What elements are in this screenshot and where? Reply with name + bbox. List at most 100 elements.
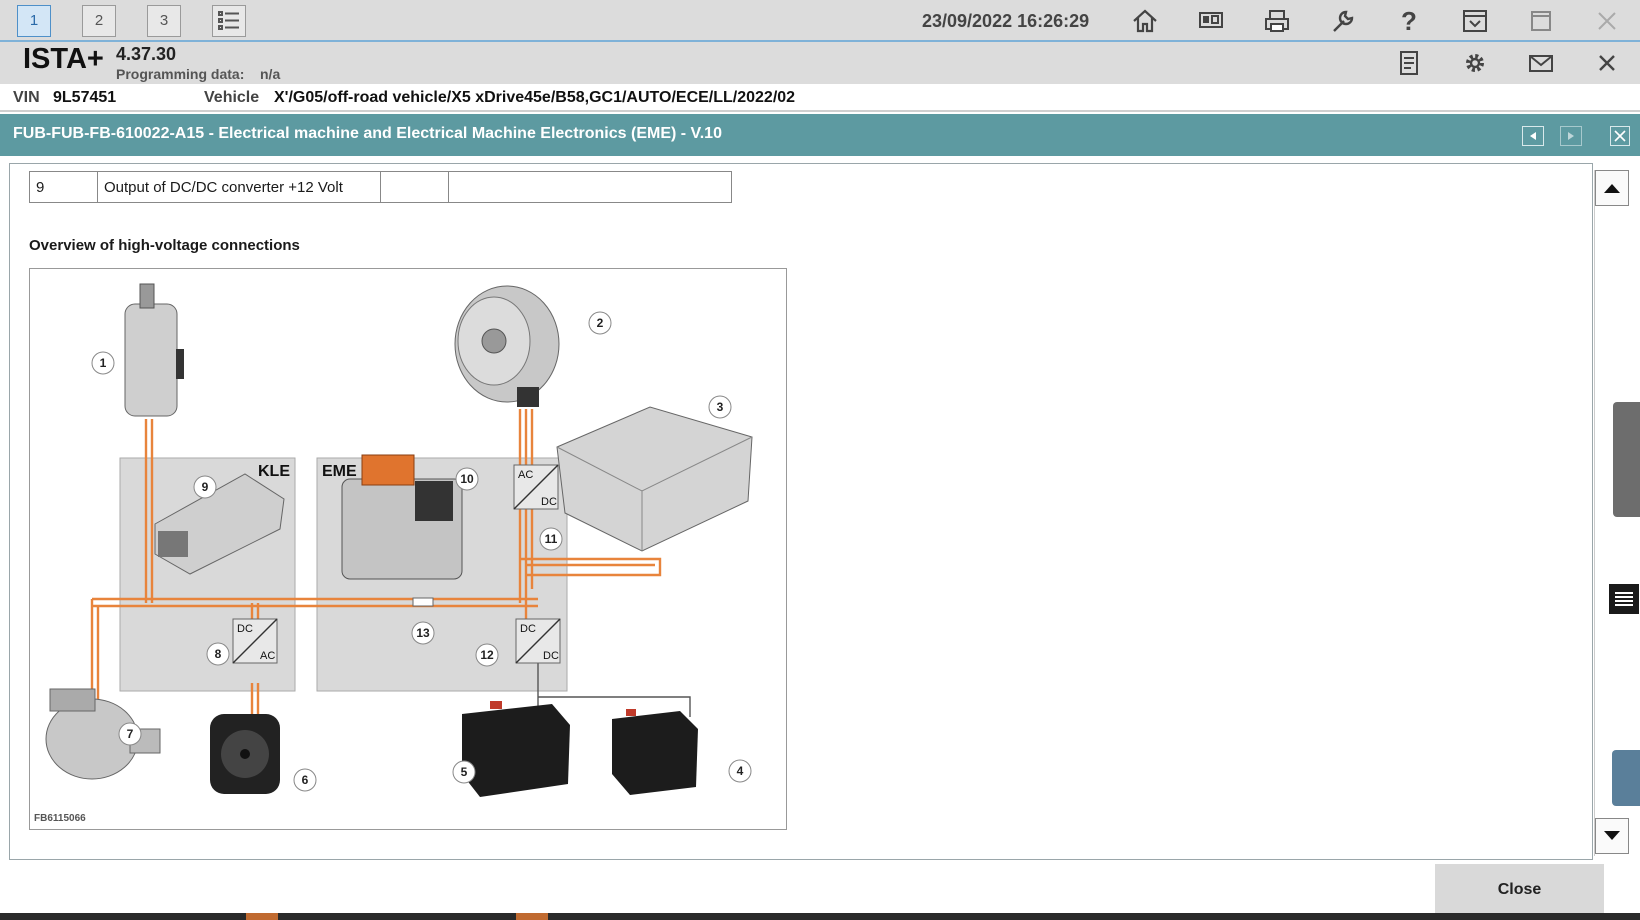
- svg-text:6: 6: [302, 773, 309, 787]
- close-button[interactable]: Close: [1435, 864, 1604, 916]
- svg-text:7: 7: [127, 727, 134, 741]
- svg-text:1: 1: [100, 356, 107, 370]
- side-panel-tab[interactable]: [1613, 402, 1640, 517]
- download-icon[interactable]: [1455, 4, 1495, 38]
- converter-dc-ac: DC AC: [232, 618, 278, 664]
- tab-1[interactable]: 1: [17, 5, 51, 37]
- tab-2[interactable]: 2: [82, 5, 116, 37]
- home-icon[interactable]: [1125, 4, 1165, 38]
- kle-label: KLE: [258, 463, 290, 480]
- svg-text:AC: AC: [260, 650, 275, 662]
- gear-icon[interactable]: [1455, 46, 1495, 80]
- svg-text:13: 13: [416, 626, 430, 640]
- scroll-down-button[interactable]: [1595, 818, 1629, 854]
- svg-text:12: 12: [480, 648, 494, 662]
- document-icon[interactable]: [1389, 46, 1429, 80]
- callout-12: 12: [475, 643, 499, 667]
- svg-text:4: 4: [737, 764, 744, 778]
- dialog-title: FUB-FUB-FB-610022-A15 - Electrical machi…: [13, 125, 722, 142]
- parts-table: 9 Output of DC/DC converter +12 Volt: [29, 171, 732, 203]
- taskbar-item[interactable]: [516, 913, 548, 920]
- callout-13: 13: [411, 621, 435, 645]
- component-12v-battery-aux: [612, 709, 698, 795]
- svg-text:11: 11: [545, 532, 558, 546]
- window-icon[interactable]: [1521, 4, 1561, 38]
- programming-data-label: Programming data:: [116, 66, 245, 82]
- component-12v-battery-main: [462, 701, 570, 797]
- svg-text:5: 5: [461, 765, 468, 779]
- scroll-up-button[interactable]: [1595, 170, 1629, 206]
- header-close-icon[interactable]: [1587, 46, 1627, 80]
- triangle-up-icon: [1604, 184, 1620, 193]
- callout-7: 7: [118, 722, 142, 746]
- print-icon[interactable]: [1257, 4, 1297, 38]
- top-toolbar: 1 2 3 23/09/2022 16:26:29 ?: [0, 0, 1640, 42]
- component-ac-compressor: [45, 688, 161, 780]
- hv-connections-diagram: KLE EME AC DC DC AC DC DC 1 2 3 4 5 6 7 …: [29, 268, 787, 830]
- table-cell-number: 9: [29, 171, 98, 203]
- svg-text:DC: DC: [541, 496, 557, 508]
- tab-3[interactable]: 3: [147, 5, 181, 37]
- triangle-left-icon: [1530, 132, 1536, 140]
- dialog-footer: [0, 864, 1640, 920]
- svg-text:DC: DC: [543, 650, 559, 662]
- converter-ac-dc: AC DC: [513, 464, 559, 510]
- document-content: 9 Output of DC/DC converter +12 Volt Ove…: [9, 163, 1593, 860]
- table-cell-empty: [380, 171, 449, 203]
- compare-icon[interactable]: [1191, 4, 1231, 38]
- callout-6: 6: [293, 768, 317, 792]
- lines-icon: [1615, 592, 1633, 606]
- version-number: 4.37.30: [116, 44, 177, 64]
- svg-text:DC: DC: [520, 623, 536, 635]
- vehicle-label: Vehicle: [204, 89, 260, 106]
- eme-label: EME: [322, 463, 357, 480]
- callout-4: 4: [728, 759, 752, 783]
- list-view-button[interactable]: [1609, 584, 1639, 614]
- wrench-icon[interactable]: [1323, 4, 1363, 38]
- fuse-component: [412, 597, 434, 607]
- app-header: ISTA+ 4.37.30 Programming data: n/a: [0, 42, 1640, 84]
- vin-label: VIN: [13, 89, 40, 106]
- next-page-button[interactable]: [1560, 126, 1582, 146]
- component-charging-socket: [210, 714, 280, 794]
- svg-text:DC: DC: [237, 623, 253, 635]
- component-heater: [124, 283, 184, 417]
- callout-1: 1: [91, 351, 115, 375]
- dialog-close-button[interactable]: [1610, 126, 1630, 146]
- callout-5: 5: [452, 760, 476, 784]
- svg-text:2: 2: [597, 316, 604, 330]
- svg-text:AC: AC: [518, 469, 533, 481]
- datetime: 23/09/2022 16:26:29: [922, 11, 1090, 31]
- close-icon[interactable]: [1587, 4, 1627, 38]
- svg-text:3: 3: [717, 400, 724, 414]
- callout-8: 8: [206, 642, 230, 666]
- svg-text:?: ?: [1401, 7, 1417, 35]
- vehicle-value: X'/G05/off-road vehicle/X5 xDrive45e/B58…: [274, 89, 796, 106]
- callout-11: 11: [539, 527, 563, 551]
- table-row: 9 Output of DC/DC converter +12 Volt: [29, 171, 732, 203]
- brand-logo: ISTA+: [23, 43, 104, 75]
- triangle-down-icon: [1604, 831, 1620, 840]
- callout-2: 2: [588, 311, 612, 335]
- help-icon[interactable]: ?: [1389, 4, 1429, 38]
- taskbar-item[interactable]: [246, 913, 278, 920]
- previous-page-button[interactable]: [1522, 126, 1544, 146]
- component-hv-battery: [556, 406, 753, 552]
- figure-id: FB6115066: [34, 813, 86, 824]
- ista-app-window: 1 2 3 23/09/2022 16:26:29 ? ISTA+ 4.37.3…: [0, 0, 1640, 920]
- vin-value: 9L57451: [53, 89, 117, 106]
- svg-text:10: 10: [460, 472, 474, 486]
- section-title: Overview of high-voltage connections: [29, 237, 300, 254]
- programming-data-value: n/a: [260, 66, 281, 82]
- list-icon[interactable]: [212, 5, 246, 37]
- side-help-tab[interactable]: [1612, 750, 1640, 806]
- table-cell-description: Output of DC/DC converter +12 Volt: [97, 171, 381, 203]
- vehicle-info-row: VIN 9L57451 Vehicle X'/G05/off-road vehi…: [0, 84, 1640, 112]
- mail-icon[interactable]: [1521, 46, 1561, 80]
- callout-10: 10: [455, 467, 479, 491]
- callout-9: 9: [193, 475, 217, 499]
- callout-3: 3: [708, 395, 732, 419]
- close-icon: [1614, 130, 1626, 142]
- component-electric-motor: [454, 285, 560, 407]
- svg-text:8: 8: [215, 647, 222, 661]
